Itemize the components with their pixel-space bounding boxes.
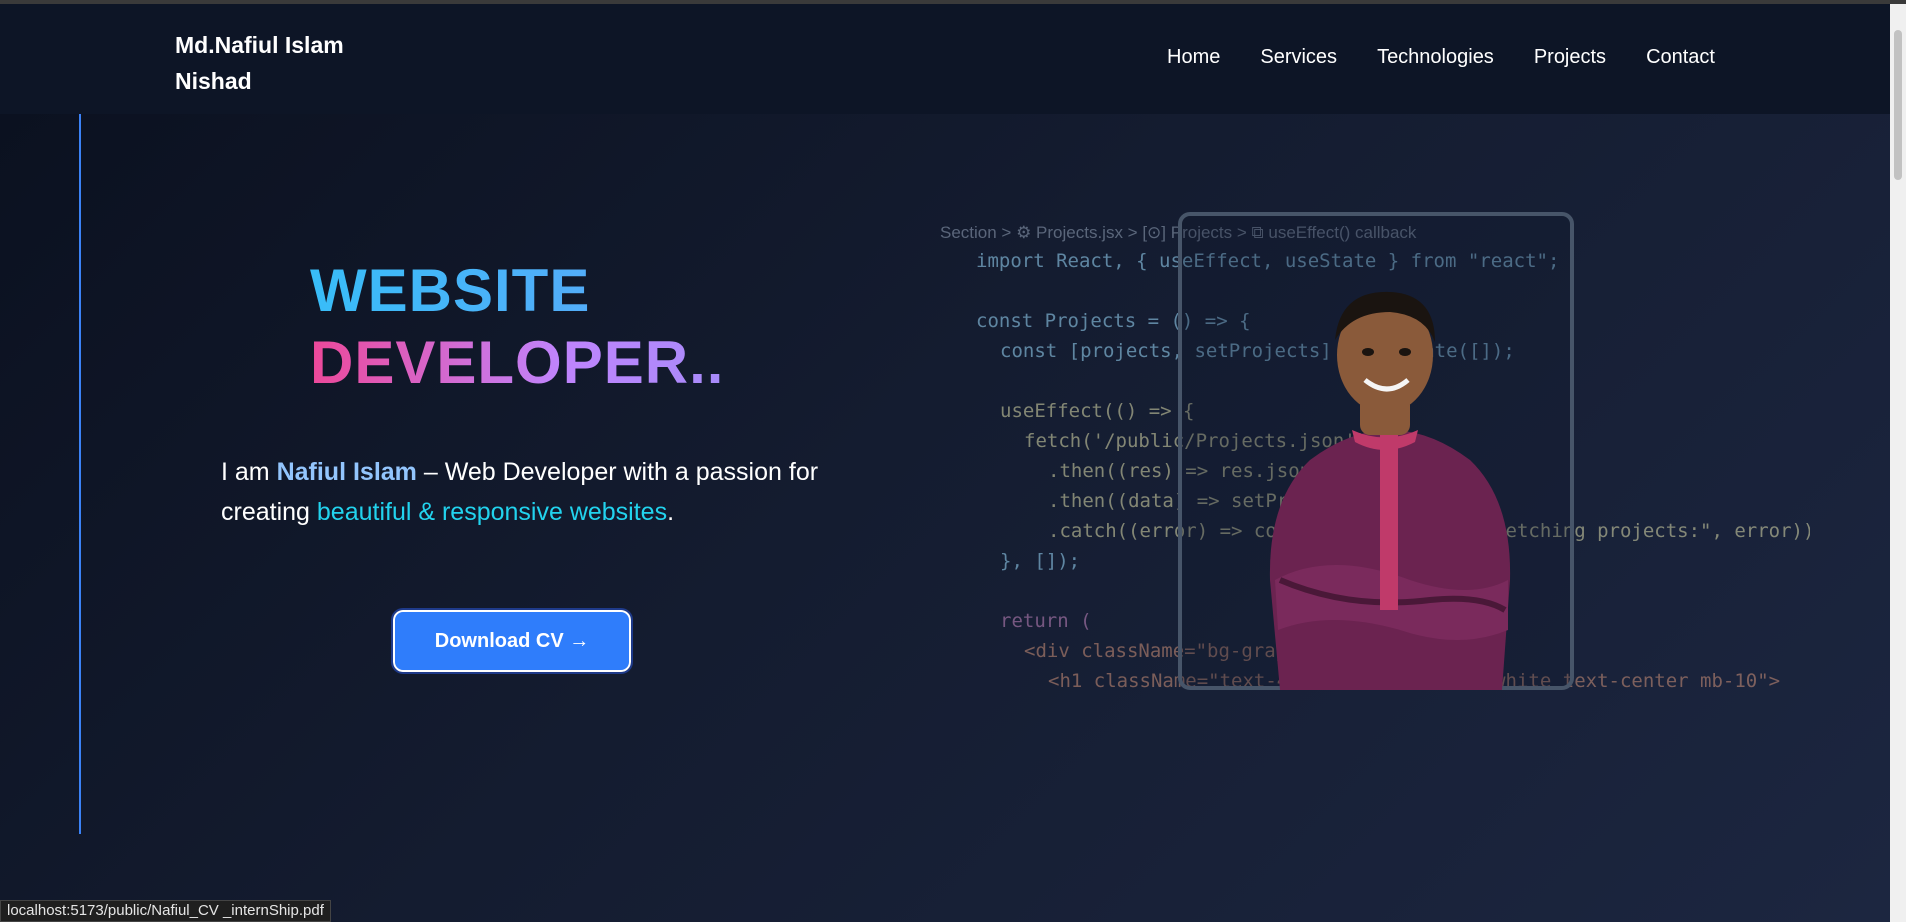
code-line: return ( bbox=[1000, 610, 1092, 632]
profile-photo bbox=[1269, 291, 1511, 690]
intro-suffix: . bbox=[667, 498, 675, 526]
nav-link-technologies[interactable]: Technologies bbox=[1377, 46, 1494, 69]
intro-prefix: I am bbox=[221, 458, 277, 486]
intro-name: Nafiul Islam bbox=[276, 458, 417, 486]
code-line: useEffect(() => { bbox=[1000, 400, 1195, 422]
vertical-scrollbar[interactable] bbox=[1890, 4, 1906, 922]
headline-line-1: WEBSITE bbox=[310, 255, 724, 327]
navbar: Md.Nafiul Islam Nishad Home Services Tec… bbox=[0, 4, 1890, 114]
browser-status-bar: localhost:5173/public/Nafiul_CV _internS… bbox=[0, 900, 331, 922]
download-cv-button[interactable]: Download CV → bbox=[391, 608, 633, 674]
hero-accent-line bbox=[79, 114, 81, 834]
hero-headline: WEBSITE DEVELOPER.. bbox=[310, 255, 724, 399]
intro-accent: beautiful & responsive websites bbox=[316, 498, 668, 526]
nav-link-contact[interactable]: Contact bbox=[1646, 46, 1715, 69]
brand-name[interactable]: Md.Nafiul Islam Nishad bbox=[175, 27, 395, 99]
nav-links: Home Services Technologies Projects Cont… bbox=[1167, 46, 1715, 69]
nav-link-projects[interactable]: Projects bbox=[1534, 46, 1606, 69]
code-line: }, []); bbox=[1000, 550, 1081, 572]
headline-line-2: DEVELOPER.. bbox=[310, 327, 724, 399]
hero-intro: I am Nafiul Islam – Web Developer with a… bbox=[221, 452, 841, 532]
nav-link-services[interactable]: Services bbox=[1260, 46, 1337, 69]
nav-link-home[interactable]: Home bbox=[1167, 46, 1220, 69]
scrollbar-thumb[interactable] bbox=[1894, 30, 1902, 180]
